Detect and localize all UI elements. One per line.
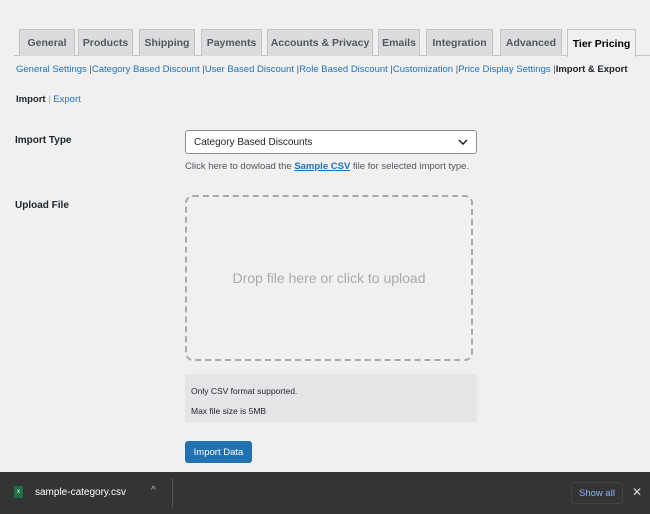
size-note: Max file size is 5MB xyxy=(191,406,267,416)
subnav-price-display[interactable]: Price Display Settings xyxy=(458,64,550,75)
tab-payments[interactable]: Payments xyxy=(201,29,262,56)
subnav-general-settings[interactable]: General Settings xyxy=(16,64,87,75)
tab-integration[interactable]: Integration xyxy=(426,29,493,56)
tab-emails[interactable]: Emails xyxy=(378,29,420,56)
excel-file-icon: x xyxy=(14,486,23,498)
tab-advanced[interactable]: Advanced xyxy=(500,29,562,56)
hint-text: Click here to dowload the xyxy=(185,161,295,172)
import-data-button[interactable]: Import Data xyxy=(185,441,252,463)
download-bar: x sample-category.csv ^ Show all ✕ xyxy=(0,472,650,514)
download-filename: sample-category.csv xyxy=(35,486,126,498)
settings-tabs: General Products Shipping Payments Accou… xyxy=(14,29,650,57)
import-link[interactable]: Import xyxy=(16,94,46,105)
subnav-category-discount[interactable]: Category Based Discount xyxy=(92,64,200,75)
subnav-user-discount[interactable]: User Based Discount xyxy=(205,64,294,75)
subnav-customization[interactable]: Customization xyxy=(393,64,453,75)
divider xyxy=(172,478,173,508)
import-type-label: Import Type xyxy=(15,135,72,146)
tab-tier-pricing[interactable]: Tier Pricing xyxy=(567,29,636,57)
sample-csv-link[interactable]: Sample CSV xyxy=(294,161,350,172)
file-dropzone[interactable]: Drop file here or click to upload xyxy=(185,195,473,361)
format-note: Only CSV format supported. xyxy=(191,386,298,396)
tab-products[interactable]: Products xyxy=(78,29,133,56)
chevron-up-icon[interactable]: ^ xyxy=(151,485,156,496)
download-item[interactable]: x sample-category.csv xyxy=(14,486,126,498)
upload-notes: Only CSV format supported. Max file size… xyxy=(185,374,477,422)
hint-text-end: file for selected import type. xyxy=(350,161,470,172)
export-link[interactable]: Export xyxy=(53,94,80,105)
sample-csv-hint: Click here to dowload the Sample CSV fil… xyxy=(185,161,469,172)
tab-accounts-privacy[interactable]: Accounts & Privacy xyxy=(267,29,373,56)
dropzone-text: Drop file here or click to upload xyxy=(232,270,426,286)
chevron-down-icon xyxy=(458,139,468,145)
import-type-value: Category Based Discounts xyxy=(194,136,313,148)
sub-navigation: General Settings |Category Based Discoun… xyxy=(16,64,628,75)
import-type-select[interactable]: Category Based Discounts xyxy=(185,130,477,154)
show-all-button[interactable]: Show all xyxy=(571,482,623,504)
tab-shipping[interactable]: Shipping xyxy=(139,29,195,56)
close-icon[interactable]: ✕ xyxy=(632,485,642,499)
separator: | xyxy=(48,94,51,105)
tab-general[interactable]: General xyxy=(19,29,75,56)
subnav-import-export[interactable]: Import & Export xyxy=(556,64,628,75)
import-export-nav: Import | Export xyxy=(16,94,81,105)
upload-file-label: Upload File xyxy=(15,200,69,211)
subnav-role-discount[interactable]: Role Based Discount xyxy=(299,64,388,75)
